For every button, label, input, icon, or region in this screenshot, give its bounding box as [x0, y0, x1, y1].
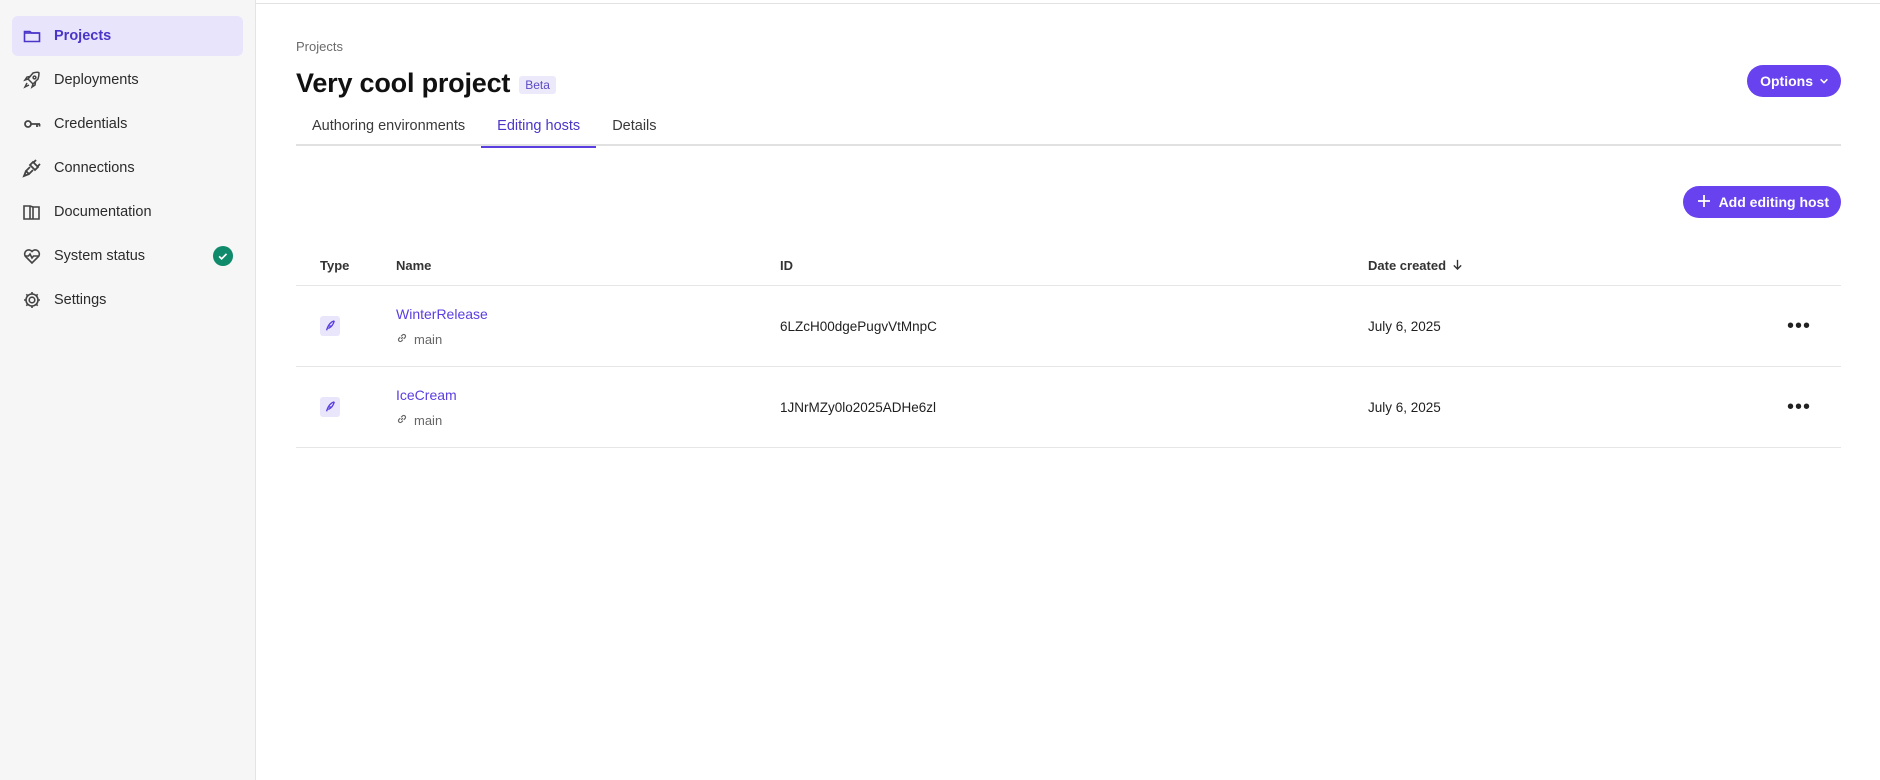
host-name-link[interactable]: WinterRelease [396, 306, 780, 322]
rocket-icon [22, 70, 42, 90]
sidebar-item-deployments[interactable]: Deployments [12, 60, 243, 100]
column-date-label: Date created [1368, 258, 1447, 273]
column-name: Name [396, 258, 432, 273]
sidebar-item-documentation[interactable]: Documentation [12, 192, 243, 232]
branch-label: main [396, 332, 780, 347]
host-name-link[interactable]: IceCream [396, 387, 780, 403]
sidebar-item-label: Connections [54, 160, 135, 176]
sort-down-icon[interactable] [1452, 258, 1463, 273]
options-button[interactable]: Options [1747, 65, 1841, 97]
table-row: WinterRelease main 6LZcH00dgePugvVtMnpC … [296, 286, 1841, 367]
sidebar: Projects Deployments Credentials Connect… [0, 0, 256, 780]
branch-name: main [414, 412, 443, 428]
type-cell [296, 316, 396, 336]
page-title: Very cool project [296, 68, 511, 98]
sidebar-item-label: System status [54, 248, 146, 264]
name-cell: IceCream main [396, 387, 780, 428]
sidebar-item-system-status[interactable]: System status [12, 236, 243, 276]
column-id: ID [780, 258, 793, 273]
sidebar-item-connections[interactable]: Connections [12, 148, 243, 188]
chevron-down-icon [1819, 73, 1829, 89]
tab-authoring-environments[interactable]: Authoring environments [296, 112, 481, 146]
sidebar-item-label: Projects [54, 28, 112, 44]
tab-editing-hosts[interactable]: Editing hosts [481, 112, 597, 148]
check-circle-icon [213, 246, 233, 266]
more-actions-icon[interactable]: ••• [1787, 316, 1811, 336]
more-actions-icon[interactable]: ••• [1787, 397, 1811, 417]
beta-badge: Beta [519, 76, 556, 94]
main-content: Projects Very cool project Beta Options … [296, 0, 1841, 780]
column-type: Type [320, 258, 350, 273]
id-cell: 6LZcH00dgePugvVtMnpC [780, 318, 937, 334]
breadcrumb[interactable]: Projects [296, 39, 343, 54]
key-icon [22, 114, 42, 134]
sidebar-item-label: Documentation [54, 204, 152, 220]
add-editing-host-button[interactable]: Add editing host [1682, 186, 1841, 218]
sidebar-item-settings[interactable]: Settings [12, 280, 243, 320]
editing-hosts-table: Type Name ID Date created WinterRelease [296, 246, 1841, 448]
add-editing-host-label: Add editing host [1718, 194, 1829, 210]
table-header: Type Name ID Date created [296, 246, 1841, 286]
tab-bar: Authoring environments Editing hosts Det… [296, 112, 1841, 148]
table-row: IceCream main 1JNrMZy0lo2025ADHe6zl July… [296, 367, 1841, 448]
sidebar-item-label: Settings [54, 292, 107, 308]
branch-label: main [396, 413, 780, 428]
link-icon [396, 413, 408, 428]
plus-icon [1697, 194, 1711, 211]
sidebar-item-label: Deployments [54, 72, 139, 88]
options-label: Options [1760, 73, 1813, 89]
gear-icon [22, 290, 42, 310]
date-cell: July 6, 2025 [1368, 318, 1441, 334]
sidebar-item-credentials[interactable]: Credentials [12, 104, 243, 144]
tab-details[interactable]: Details [596, 112, 672, 146]
sidebar-item-label: Credentials [54, 116, 128, 132]
feather-icon [320, 316, 340, 336]
link-icon [396, 332, 408, 347]
type-cell [296, 397, 396, 417]
folder-icon [22, 26, 42, 46]
column-date-created[interactable]: Date created [1368, 258, 1768, 273]
book-icon [22, 202, 42, 222]
date-cell: July 6, 2025 [1368, 399, 1441, 415]
plug-icon [22, 158, 42, 178]
branch-name: main [414, 331, 443, 347]
sidebar-item-projects[interactable]: Projects [12, 16, 243, 56]
feather-icon [320, 397, 340, 417]
heartbeat-icon [22, 246, 42, 266]
id-cell: 1JNrMZy0lo2025ADHe6zl [780, 399, 937, 415]
name-cell: WinterRelease main [396, 306, 780, 347]
title-row: Very cool project Beta [296, 68, 556, 99]
